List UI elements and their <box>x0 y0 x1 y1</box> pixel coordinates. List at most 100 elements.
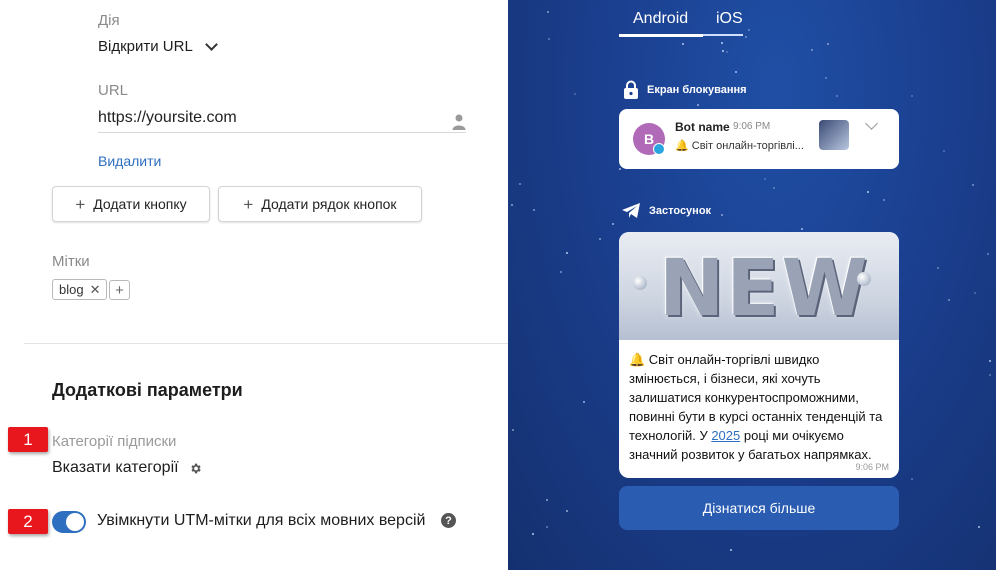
star <box>943 150 945 152</box>
message-preview: Android iOS Екран блокування B Bot name … <box>508 0 996 570</box>
action-label: Дія <box>98 12 120 29</box>
categories-select[interactable]: Вказати категорії <box>52 459 202 477</box>
star <box>547 11 549 13</box>
star <box>546 499 548 501</box>
star <box>612 223 614 225</box>
star <box>548 38 550 40</box>
add-button-row-button[interactable]: + Додати рядок кнопок <box>218 186 422 222</box>
star <box>721 42 723 44</box>
tab-android[interactable]: Android <box>633 10 688 28</box>
lock-screen-notification: B Bot name 9:06 PM 🔔 Світ онлайн-торгівл… <box>619 109 899 169</box>
categories-value: Вказати категорії <box>52 459 179 476</box>
star <box>748 29 750 31</box>
star <box>773 187 775 189</box>
app-message-bubble: NEW 🔔 Світ онлайн-торгівлі швидко змінює… <box>619 232 899 478</box>
annotation-badge: 1 <box>8 427 48 452</box>
utm-toggle[interactable] <box>52 511 86 533</box>
person-icon[interactable] <box>452 114 466 130</box>
add-button-button[interactable]: + Додати кнопку <box>52 186 210 222</box>
star <box>682 43 684 45</box>
toggle-knob <box>66 513 84 531</box>
platform-tabs: Android iOS <box>619 10 743 37</box>
star <box>948 299 950 301</box>
star <box>989 360 991 362</box>
notification-text: 🔔 Світ онлайн-торгівлі... <box>675 140 804 152</box>
message-text: 🔔 Світ онлайн-торгівлі швидко змінюється… <box>629 350 891 464</box>
star <box>811 49 813 51</box>
add-button-row-label: Додати рядок кнопок <box>261 196 397 212</box>
categories-label: Категорії підписки <box>52 433 177 450</box>
star <box>972 184 974 186</box>
star <box>911 95 913 97</box>
chevron-down-icon <box>865 117 878 130</box>
plus-icon: + <box>243 194 254 214</box>
star <box>619 168 621 170</box>
message-time: 9:06 PM <box>855 462 889 472</box>
lock-icon <box>624 80 638 99</box>
star <box>566 510 568 512</box>
star <box>519 183 521 185</box>
section-title: Додаткові параметри <box>52 380 243 400</box>
star <box>764 178 766 180</box>
notification-time: 9:06 PM <box>733 121 771 132</box>
star <box>574 93 576 95</box>
decorative-sphere <box>633 276 647 290</box>
star <box>735 71 737 73</box>
plus-icon: + <box>75 194 86 214</box>
telegram-icon <box>653 143 665 155</box>
telegram-icon <box>622 203 640 218</box>
star <box>883 199 885 201</box>
add-tag-button[interactable]: + <box>109 280 130 300</box>
star <box>974 292 976 294</box>
star <box>560 271 562 273</box>
message-image-text: NEW <box>659 244 870 334</box>
message-image: NEW <box>619 232 899 340</box>
star <box>730 549 732 551</box>
gear-icon[interactable] <box>189 462 202 475</box>
star <box>937 267 939 269</box>
add-button-label: Додати кнопку <box>93 196 187 212</box>
star <box>745 36 747 38</box>
tag-chip-label: blog <box>59 282 84 297</box>
star <box>533 209 535 211</box>
help-icon[interactable]: ? <box>441 513 456 528</box>
tab-ios[interactable]: iOS <box>716 10 743 28</box>
star <box>825 77 827 79</box>
learn-more-button[interactable]: Дізнатися більше <box>619 486 899 530</box>
bot-name: Bot name <box>675 120 730 134</box>
lock-screen-label: Екран блокування <box>647 84 747 96</box>
utm-label: Увімкнути UTM-мітки для всіх мовних верс… <box>97 512 426 529</box>
star <box>583 401 585 403</box>
star <box>836 95 838 97</box>
decorative-sphere <box>857 272 871 286</box>
delete-link[interactable]: Видалити <box>98 153 161 169</box>
message-link[interactable]: 2025 <box>711 428 740 443</box>
chevron-down-icon <box>204 37 218 51</box>
url-label: URL <box>98 82 129 99</box>
section-divider <box>24 343 508 344</box>
star <box>722 50 724 52</box>
action-select[interactable]: Відкрити URL <box>98 37 218 55</box>
star <box>697 104 699 106</box>
url-input[interactable] <box>98 103 466 133</box>
lock-screen-section: Екран блокування <box>623 80 747 100</box>
star <box>801 228 803 230</box>
annotation-badge: 2 <box>8 509 48 534</box>
star <box>511 204 513 206</box>
star <box>978 526 980 528</box>
star <box>566 252 568 254</box>
app-section-label: Застосунок <box>649 204 712 217</box>
star <box>911 478 913 480</box>
star <box>512 429 514 431</box>
star <box>599 238 601 240</box>
star <box>987 253 989 255</box>
app-section: Застосунок <box>621 202 711 219</box>
close-icon[interactable]: ✕ <box>90 282 101 298</box>
star <box>721 214 723 216</box>
star <box>867 191 869 193</box>
tags-label: Мітки <box>52 253 90 270</box>
tag-chip: blog ✕ <box>52 279 108 300</box>
star <box>532 533 534 535</box>
notification-thumbnail <box>819 120 849 150</box>
star <box>827 43 829 45</box>
